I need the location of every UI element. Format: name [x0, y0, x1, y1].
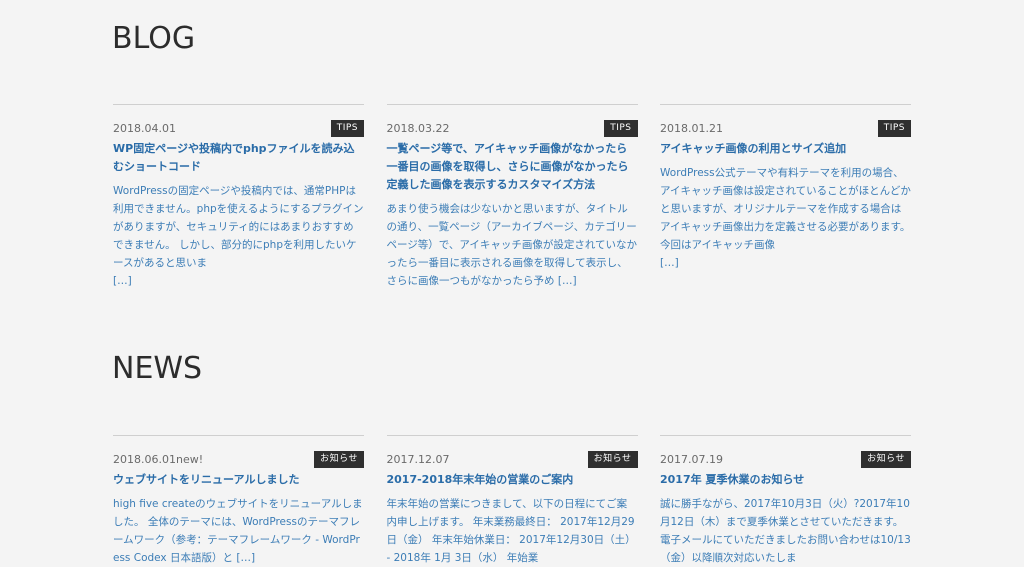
- news-section-title: NEWS: [112, 351, 203, 386]
- post-title-link[interactable]: アイキャッチ画像の利用とサイズ追加: [660, 140, 911, 158]
- post-date-text: 2017.12.07: [386, 453, 450, 466]
- blog-card-list: TIPS 2018.04.01 WP固定ページや投稿内でphpファイルを読み込む…: [113, 104, 911, 290]
- post-excerpt-text: WordPressの固定ページや投稿内では、通常PHPは利用できません。phpを…: [113, 185, 364, 269]
- category-tag[interactable]: TIPS: [604, 120, 638, 137]
- post-date-text: 2017.07.19: [660, 453, 723, 466]
- category-tag[interactable]: TIPS: [877, 120, 911, 137]
- category-tag[interactable]: お知らせ: [314, 451, 364, 468]
- read-more-link[interactable]: […]: [558, 275, 577, 287]
- post-title-link[interactable]: 2017年 夏季休業のお知らせ: [660, 471, 911, 489]
- news-card-list: お知らせ 2018.06.01new! ウェブサイトをリニューアルしました hi…: [113, 435, 911, 567]
- post-excerpt-text: WordPress公式テーマや有料テーマを利用の場合、アイキャッチ画像は設定され…: [660, 167, 911, 251]
- post-date: 2018.04.01: [113, 121, 364, 136]
- category-tag[interactable]: TIPS: [330, 120, 364, 137]
- blog-card: TIPS 2018.03.22 一覧ページ等で、アイキャッチ画像がなかったら一番…: [386, 104, 638, 290]
- post-excerpt: 年末年始の営業につきまして、以下の日程にてご案内申し上げます。 年末業務最終日：…: [387, 495, 638, 567]
- post-title-link[interactable]: 2017-2018年末年始の営業のご案内: [387, 471, 638, 489]
- post-excerpt: WordPress公式テーマや有料テーマを利用の場合、アイキャッチ画像は設定され…: [660, 164, 911, 272]
- category-tag[interactable]: お知らせ: [587, 451, 638, 468]
- blog-section-title: BLOG: [112, 21, 196, 56]
- category-tag[interactable]: お知らせ: [861, 451, 911, 468]
- post-excerpt-text: あまり使う機会は少ないかと思いますが、タイトルの通り、一覧ページ（アーカイブペー…: [386, 203, 638, 287]
- read-more-link[interactable]: […]: [660, 257, 679, 269]
- post-title-link[interactable]: 一覧ページ等で、アイキャッチ画像がなかったら一番目の画像を取得し、さらに画像がな…: [387, 140, 638, 194]
- post-date: 2018.03.22: [387, 121, 638, 136]
- post-date-text: 2018.06.01: [113, 453, 176, 466]
- blog-card: TIPS 2018.01.21 アイキャッチ画像の利用とサイズ追加 WordPr…: [660, 104, 911, 290]
- post-excerpt-text: 誠に勝手ながら、2017年10月3日（火）?2017年10月12日（木）まで夏季…: [660, 498, 911, 564]
- read-more-link[interactable]: […]: [113, 275, 132, 287]
- post-excerpt: WordPressの固定ページや投稿内では、通常PHPは利用できません。phpを…: [113, 182, 364, 290]
- post-date-text: 2018.04.01: [113, 122, 176, 135]
- post-date: 2018.01.21: [660, 121, 911, 136]
- post-excerpt: 誠に勝手ながら、2017年10月3日（火）?2017年10月12日（木）まで夏季…: [660, 495, 911, 567]
- new-mark: new!: [175, 453, 204, 466]
- post-excerpt-text: 年末年始の営業につきまして、以下の日程にてご案内申し上げます。 年末業務最終日：…: [386, 498, 636, 564]
- post-title-link[interactable]: WP固定ページや投稿内でphpファイルを読み込むショートコード: [113, 140, 364, 176]
- news-card: お知らせ 2017.07.19 2017年 夏季休業のお知らせ 誠に勝手ながら、…: [660, 435, 911, 567]
- news-card: お知らせ 2018.06.01new! ウェブサイトをリニューアルしました hi…: [113, 435, 364, 567]
- post-date-text: 2018.01.21: [660, 122, 723, 135]
- post-excerpt: high five createのウェブサイトをリニューアルしました。 全体のテ…: [113, 495, 364, 567]
- post-excerpt: あまり使う機会は少ないかと思いますが、タイトルの通り、一覧ページ（アーカイブペー…: [387, 200, 638, 290]
- post-date-text: 2018.03.22: [386, 122, 450, 135]
- blog-card: TIPS 2018.04.01 WP固定ページや投稿内でphpファイルを読み込む…: [113, 104, 364, 290]
- post-title-link[interactable]: ウェブサイトをリニューアルしました: [113, 471, 364, 489]
- news-card: お知らせ 2017.12.07 2017-2018年末年始の営業のご案内 年末年…: [386, 435, 638, 567]
